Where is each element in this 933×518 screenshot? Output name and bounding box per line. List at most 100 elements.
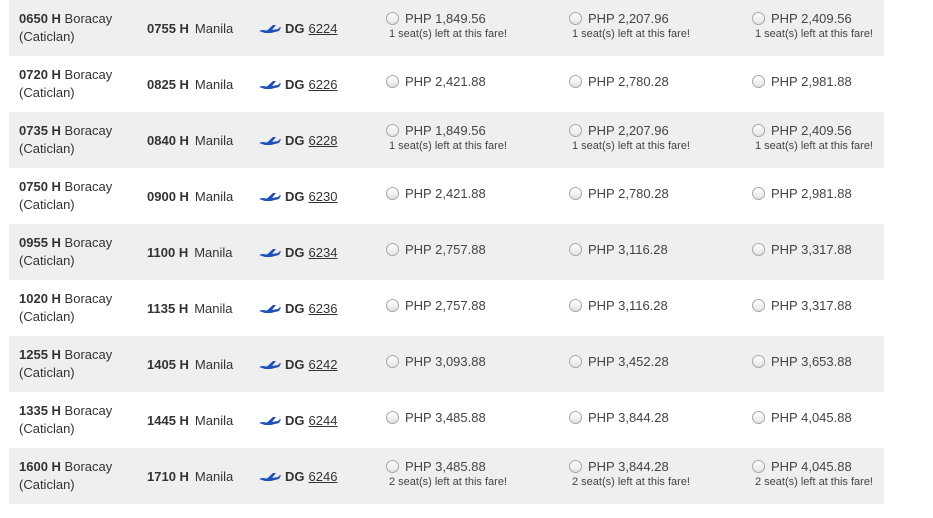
fare-price: PHP 3,317.88 [771, 298, 852, 313]
fare-option-2[interactable]: PHP 3,844.28 [569, 392, 739, 448]
departure-time: 1255 H [19, 347, 61, 362]
fare-option-3[interactable]: PHP 2,981.88 [752, 56, 922, 112]
fare-option-3[interactable]: PHP 2,409.56 1 seat(s) left at this fare… [752, 0, 922, 56]
fare-radio[interactable] [386, 355, 399, 368]
arrival-info: 1100 H Manila [147, 224, 233, 280]
departure-city: Boracay [64, 291, 113, 306]
fare-radio[interactable] [752, 299, 765, 312]
fare-radio[interactable] [386, 299, 399, 312]
fare-price: PHP 3,844.28 [588, 459, 669, 474]
carrier-code: DG [285, 20, 305, 36]
seats-left-note: 1 seat(s) left at this fare! [755, 28, 873, 40]
arrival-info: 1710 H Manila [147, 448, 233, 504]
fare-radio[interactable] [752, 124, 765, 137]
fare-option-3[interactable]: PHP 4,045.88 [752, 392, 922, 448]
arrival-city: Manila [194, 244, 233, 260]
flight-number-link[interactable]: 6234 [309, 245, 338, 260]
fare-radio[interactable] [569, 243, 582, 256]
flight-number-link[interactable]: 6242 [309, 357, 338, 372]
fare-option-3[interactable]: PHP 4,045.88 2 seat(s) left at this fare… [752, 448, 922, 504]
fare-radio[interactable] [386, 460, 399, 473]
flight-number-info: DG 6226 [259, 56, 337, 112]
fare-option-3[interactable]: PHP 3,317.88 [752, 280, 922, 336]
fare-option-1[interactable]: PHP 2,757.88 [386, 280, 556, 336]
fare-option-2[interactable]: PHP 3,116.28 [569, 280, 739, 336]
fare-option-3[interactable]: PHP 3,653.88 [752, 336, 922, 392]
departure-info: 1255 H Boracay (Caticlan) [19, 346, 139, 382]
flight-number-info: DG 6224 [259, 0, 337, 56]
departure-airport: (Caticlan) [19, 85, 75, 100]
fare-radio[interactable] [752, 75, 765, 88]
fare-radio[interactable] [569, 411, 582, 424]
fare-radio[interactable] [569, 460, 582, 473]
fare-option-1[interactable]: PHP 2,757.88 [386, 224, 556, 280]
fare-option-1[interactable]: PHP 3,485.88 2 seat(s) left at this fare… [386, 448, 556, 504]
fare-option-2[interactable]: PHP 2,780.28 [569, 168, 739, 224]
fare-radio[interactable] [752, 187, 765, 200]
arrival-time: 1405 H [147, 356, 189, 372]
arrival-time: 1445 H [147, 412, 189, 428]
fare-radio[interactable] [569, 187, 582, 200]
fare-radio[interactable] [752, 411, 765, 424]
arrival-time: 1100 H [147, 244, 189, 260]
fare-option-1[interactable]: PHP 1,849.56 1 seat(s) left at this fare… [386, 112, 556, 168]
fare-option-2[interactable]: PHP 2,780.28 [569, 56, 739, 112]
airplane-icon [259, 78, 281, 90]
fare-option-3[interactable]: PHP 3,317.88 [752, 224, 922, 280]
departure-airport: (Caticlan) [19, 421, 75, 436]
fare-option-2[interactable]: PHP 3,452.28 [569, 336, 739, 392]
fare-radio[interactable] [569, 12, 582, 25]
fare-option-1[interactable]: PHP 2,421.88 [386, 168, 556, 224]
fare-radio[interactable] [386, 411, 399, 424]
flight-number-info: DG 6236 [259, 280, 337, 336]
flight-number-link[interactable]: 6224 [309, 21, 338, 36]
fare-option-1[interactable]: PHP 3,093.88 [386, 336, 556, 392]
fare-radio[interactable] [752, 460, 765, 473]
arrival-time: 0825 H [147, 76, 189, 92]
arrival-time: 1135 H [147, 300, 189, 316]
departure-city: Boracay [64, 459, 113, 474]
fare-radio[interactable] [386, 75, 399, 88]
arrival-city: Manila [194, 412, 234, 428]
departure-city: Boracay [64, 11, 113, 26]
departure-time: 1335 H [19, 403, 61, 418]
fare-price: PHP 2,409.56 [771, 123, 852, 138]
flight-number-link[interactable]: 6228 [309, 133, 338, 148]
fare-option-1[interactable]: PHP 1,849.56 1 seat(s) left at this fare… [386, 0, 556, 56]
fare-radio[interactable] [386, 187, 399, 200]
fare-option-2[interactable]: PHP 2,207.96 1 seat(s) left at this fare… [569, 112, 739, 168]
fare-option-1[interactable]: PHP 3,485.88 [386, 392, 556, 448]
arrival-info: 1445 H Manila [147, 392, 233, 448]
seats-left-note: 2 seat(s) left at this fare! [755, 476, 873, 488]
fare-radio[interactable] [569, 355, 582, 368]
fare-radio[interactable] [569, 124, 582, 137]
departure-time: 0650 H [19, 11, 61, 26]
fare-price: PHP 3,452.28 [588, 354, 669, 369]
fare-radio[interactable] [752, 355, 765, 368]
fare-option-3[interactable]: PHP 2,981.88 [752, 168, 922, 224]
fare-radio[interactable] [752, 243, 765, 256]
fare-radio[interactable] [752, 12, 765, 25]
arrival-city: Manila [194, 468, 234, 484]
flight-number-link[interactable]: 6244 [309, 413, 338, 428]
flight-number-link[interactable]: 6230 [309, 189, 338, 204]
fare-option-3[interactable]: PHP 2,409.56 1 seat(s) left at this fare… [752, 112, 922, 168]
flight-number-link[interactable]: 6226 [309, 77, 338, 92]
fare-radio[interactable] [569, 299, 582, 312]
fare-radio[interactable] [569, 75, 582, 88]
fare-radio[interactable] [386, 243, 399, 256]
flight-number-info: DG 6246 [259, 448, 337, 504]
fare-option-1[interactable]: PHP 2,421.88 [386, 56, 556, 112]
flight-number-link[interactable]: 6246 [309, 469, 338, 484]
fare-option-2[interactable]: PHP 2,207.96 1 seat(s) left at this fare… [569, 0, 739, 56]
fare-option-2[interactable]: PHP 3,116.28 [569, 224, 739, 280]
carrier-code: DG [285, 244, 305, 260]
arrival-info: 0900 H Manila [147, 168, 233, 224]
seats-left-note: 1 seat(s) left at this fare! [572, 28, 690, 40]
fare-option-2[interactable]: PHP 3,844.28 2 seat(s) left at this fare… [569, 448, 739, 504]
flight-number-link[interactable]: 6236 [309, 301, 338, 316]
departure-city: Boracay [64, 403, 113, 418]
fare-radio[interactable] [386, 124, 399, 137]
carrier-code: DG [285, 412, 305, 428]
fare-radio[interactable] [386, 12, 399, 25]
